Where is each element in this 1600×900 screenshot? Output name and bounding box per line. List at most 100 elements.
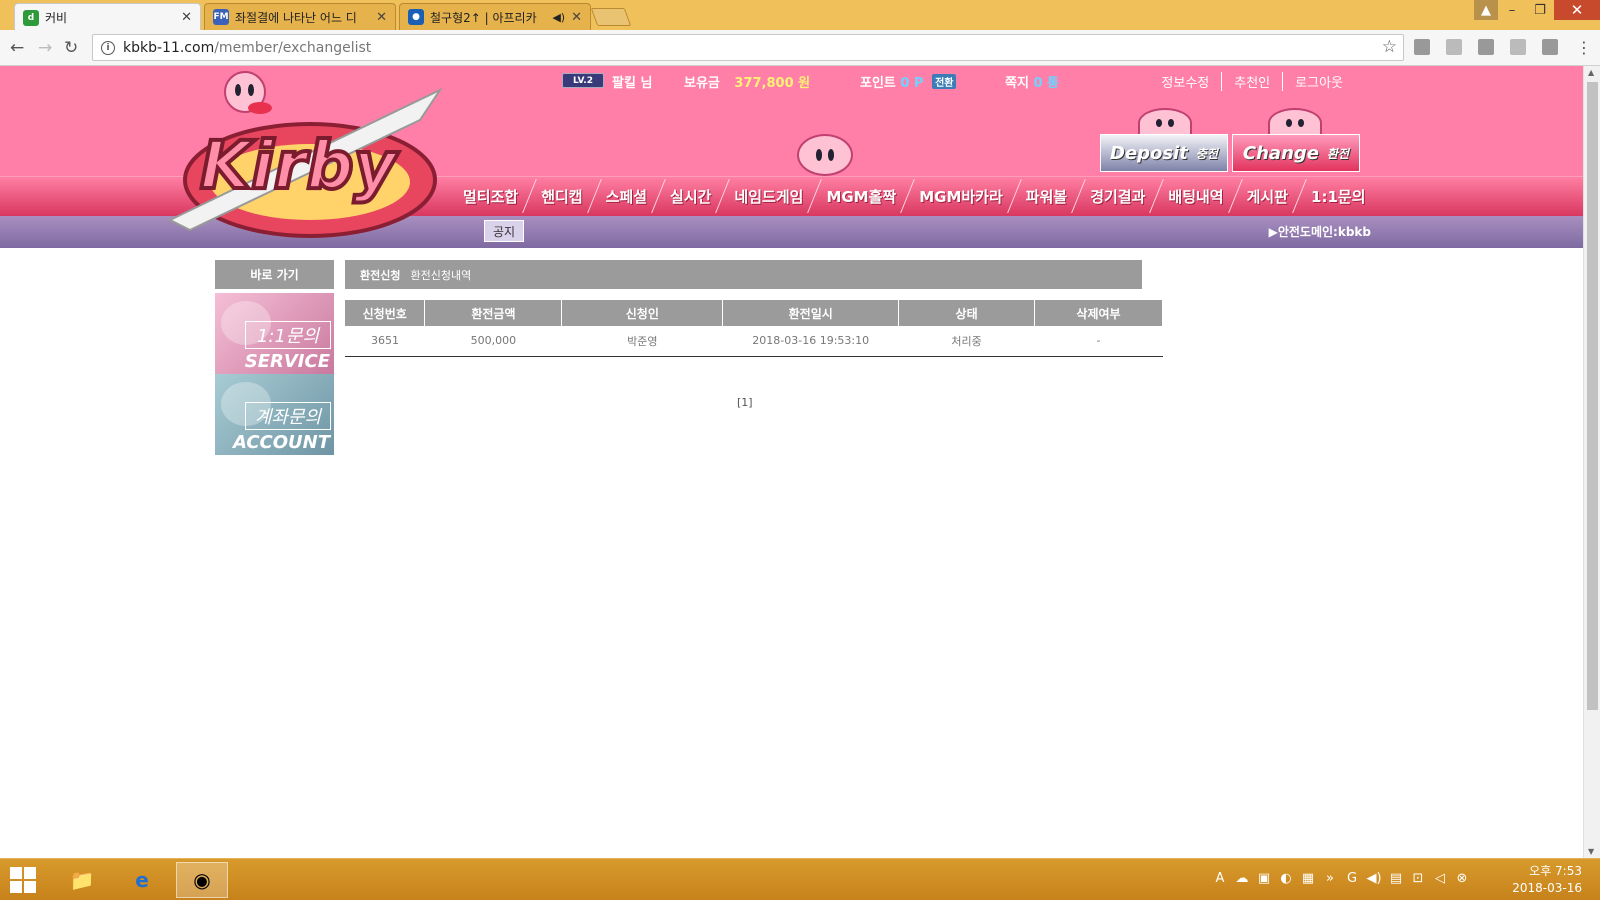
speaker-icon[interactable]: ◁ (1432, 871, 1448, 886)
reload-icon[interactable]: ↻ (64, 38, 78, 58)
breadcrumb-current: 환전신청내역 (410, 268, 472, 282)
system-clock[interactable]: 오후 7:53 2018-03-16 (1512, 863, 1582, 897)
address-bar[interactable]: i kbkb-11.com/member/exchangelist ☆ (92, 34, 1404, 61)
page-scrollbar[interactable]: ▲ ▼ (1583, 66, 1600, 858)
column-header: 상태 (898, 300, 1036, 326)
balance-label: 보유금 (684, 76, 720, 91)
windows-start-icon[interactable] (10, 867, 36, 893)
nav-item-board[interactable]: 게시판 (1236, 186, 1299, 207)
browser-menu-icon[interactable]: ⋮ (1576, 38, 1592, 57)
window-controls: ▲ – ❐ ✕ (1474, 0, 1600, 22)
fmkorea-favicon-icon: FM (213, 9, 229, 25)
back-arrow-icon[interactable]: ← (10, 38, 24, 58)
tray-app-icon[interactable]: » (1322, 871, 1338, 886)
nav-item-powerball[interactable]: 파워볼 (1015, 186, 1078, 207)
new-tab-button[interactable] (590, 8, 632, 26)
service-inquiry-banner[interactable]: 1:1문의 SERVICE (215, 293, 334, 374)
referrer-link[interactable]: 추천인 (1221, 72, 1282, 91)
breadcrumb-parent[interactable]: 환전신청 (360, 267, 400, 283)
nav-item-named-game[interactable]: 네임드게임 (723, 186, 814, 207)
nav-item-live[interactable]: 실시간 (659, 186, 722, 207)
close-icon[interactable]: ✕ (376, 10, 387, 25)
nav-item-special[interactable]: 스페셜 (595, 186, 658, 207)
kirby-logo[interactable]: Kirby (150, 70, 450, 242)
notice-button[interactable]: 공지 (484, 220, 524, 242)
banner-en-label: ACCOUNT (232, 432, 330, 453)
breadcrumb: 환전신청 환전신청내역 (345, 260, 1142, 289)
nav-item-results[interactable]: 경기결과 (1079, 186, 1156, 207)
tab-kirby[interactable]: d 커비 ✕ (14, 3, 201, 31)
table-header-row: 신청번호 환전금액 신청인 환전일시 상태 삭제여부 (345, 300, 1163, 326)
bookmark-star-icon[interactable]: ☆ (1382, 37, 1397, 57)
extension-icon[interactable] (1446, 39, 1462, 55)
browser-tab-strip: d 커비 ✕ FM 좌절결에 나타난 어느 디 ✕ ● 철구형2↑ | 아프리카… (0, 0, 1600, 31)
nav-item-bet-history[interactable]: 배팅내역 (1157, 186, 1234, 207)
status-cell: 처리중 (898, 326, 1035, 357)
close-icon[interactable]: ✕ (181, 10, 192, 25)
deposit-label-en: Deposit (1110, 142, 1188, 164)
tab-fmkorea[interactable]: FM 좌절결에 나타난 어느 디 ✕ (204, 3, 396, 30)
exchange-history-table: 신청번호 환전금액 신청인 환전일시 상태 삭제여부 3651 500,000 … (345, 300, 1163, 357)
change-button[interactable]: Change 환전 (1232, 134, 1360, 172)
convert-points-button[interactable]: 전환 (932, 74, 957, 89)
restore-button[interactable]: ❐ (1526, 0, 1554, 20)
logo-text: Kirby (200, 127, 400, 204)
network-icon[interactable]: ▤ (1388, 871, 1404, 886)
forward-arrow-icon[interactable]: → (38, 38, 52, 58)
notification-icon[interactable]: ⊗ (1454, 871, 1470, 886)
nav-item-mgm-baccarat[interactable]: MGM바카라 (908, 186, 1014, 207)
nav-item-multi[interactable]: 멀티조합 (452, 186, 529, 207)
main-menu: 멀티조합 핸디캡 스페셜 실시간 네임드게임 MGM홀짝 MGM바카라 파워볼 … (452, 176, 1377, 216)
internet-explorer-icon[interactable]: e (116, 862, 168, 898)
nav-item-mgm-oddeven[interactable]: MGM홀짝 (815, 186, 907, 207)
level-badge: LV.2 (562, 73, 604, 88)
extension-icon[interactable] (1414, 39, 1430, 55)
deposit-button[interactable]: Deposit 충전 (1100, 134, 1228, 172)
scroll-down-icon[interactable]: ▼ (1588, 847, 1594, 856)
tray-app-icon[interactable]: G (1344, 871, 1360, 886)
page-viewport: Kirby LV.2 팔킬 님 보유금 377,800 원 포인트 0 P 전환… (0, 66, 1583, 858)
afreeca-favicon-icon: ● (408, 9, 424, 25)
tab-afreeca[interactable]: ● 철구형2↑ | 아프리카 ◀) ✕ (399, 3, 591, 30)
tray-app-icon[interactable]: ⊡ (1410, 871, 1426, 886)
extension-icon[interactable] (1478, 39, 1494, 55)
extension-icon[interactable] (1510, 39, 1526, 55)
column-header: 신청인 (561, 300, 724, 326)
column-header: 환전일시 (722, 300, 900, 326)
logout-link[interactable]: 로그아웃 (1282, 72, 1355, 91)
user-profile-icon[interactable]: ▲ (1474, 0, 1498, 20)
url-host: kbkb-11.com (123, 39, 215, 56)
tray-app-icon[interactable]: ▣ (1256, 871, 1272, 886)
tray-app-icon[interactable]: ▦ (1300, 871, 1316, 886)
nav-item-handicap[interactable]: 핸디캡 (530, 186, 593, 207)
close-icon[interactable]: ✕ (571, 10, 582, 25)
file-explorer-icon[interactable]: 📁 (56, 862, 108, 898)
request-number-cell: 3651 (345, 326, 425, 357)
points-label: 포인트 (860, 76, 896, 91)
tray-app-icon[interactable]: ◐ (1278, 871, 1294, 886)
delete-cell: - (1034, 326, 1163, 357)
messages-label: 쪽지 (1005, 76, 1029, 91)
tray-app-icon[interactable]: ☁ (1234, 871, 1250, 886)
close-window-button[interactable]: ✕ (1554, 0, 1600, 20)
balance: 보유금 377,800 원 (684, 72, 810, 91)
username: 팔킬 님 (612, 76, 653, 91)
edit-profile-link[interactable]: 정보수정 (1149, 72, 1221, 91)
scrollbar-thumb[interactable] (1587, 82, 1598, 710)
pagination-page-1[interactable]: [1] (737, 396, 753, 409)
tray-app-icon[interactable]: A (1212, 871, 1228, 886)
messages-value: 0 통 (1033, 76, 1059, 91)
account-inquiry-banner[interactable]: 계좌문의 ACCOUNT (215, 374, 334, 455)
minimize-button[interactable]: – (1498, 0, 1526, 20)
scroll-up-icon[interactable]: ▲ (1588, 68, 1594, 77)
site-info-icon[interactable]: i (101, 40, 115, 55)
speaker-icon[interactable]: ◀) (552, 11, 565, 24)
tab-title: 커비 (45, 11, 68, 25)
safe-domain-text: ▶안전도메인:kbkb (1268, 225, 1371, 239)
chrome-icon[interactable]: ◉ (176, 862, 228, 898)
kirby-site-favicon-icon: d (23, 9, 39, 26)
volume-icon[interactable]: ◀) (1366, 871, 1382, 886)
nav-item-inquiry[interactable]: 1:1문의 (1300, 186, 1376, 207)
extension-icon[interactable] (1542, 39, 1558, 55)
change-label-en: Change (1242, 142, 1319, 164)
